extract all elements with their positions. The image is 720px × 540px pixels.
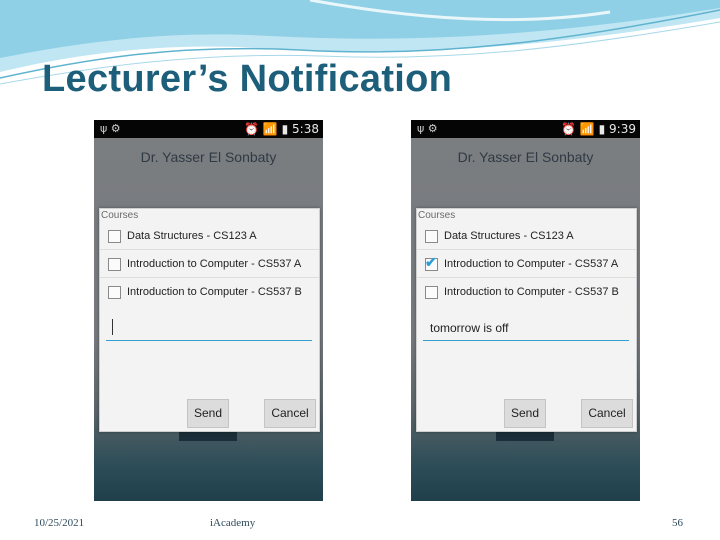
course-label: Data Structures - CS123 A [444, 230, 574, 242]
checkmark-icon: ✔ [425, 254, 437, 270]
course-item[interactable]: Data Structures - CS123 A [417, 223, 636, 250]
status-icons-left: ψ ⚙ [100, 122, 121, 135]
footer-center: iAcademy [210, 517, 256, 529]
course-item[interactable]: Introduction to Computer - CS537 B [417, 279, 636, 305]
status-icons-left: ψ ⚙ [417, 122, 438, 135]
courses-dialog: Courses Data Structures - CS123 A Introd… [99, 208, 320, 432]
send-button[interactable]: Send [504, 399, 546, 428]
dialog-title: Courses [101, 210, 139, 221]
message-value: tomorrow is off [430, 321, 509, 335]
status-icons-right: ⏰ 📶 ▮ 9:39 [561, 122, 636, 136]
course-label: Introduction to Computer - CS537 B [127, 286, 302, 298]
status-time: 9:39 [609, 122, 636, 136]
course-item[interactable]: Introduction to Computer - CS537 A [100, 251, 319, 278]
checkbox[interactable] [108, 286, 121, 299]
footer-page-number: 56 [672, 517, 683, 529]
status-icons-right: ⏰ 📶 ▮ 5:38 [244, 122, 319, 136]
course-label: Introduction to Computer - CS537 A [444, 258, 619, 270]
course-item[interactable]: Data Structures - CS123 A [100, 223, 319, 250]
checkbox-checked[interactable]: ✔ [425, 254, 438, 271]
checkbox[interactable] [108, 230, 121, 243]
message-input[interactable]: tomorrow is off [423, 316, 629, 341]
status-bar: ψ ⚙ ⏰ 📶 ▮ 9:39 [411, 120, 640, 138]
dialog-title: Courses [418, 210, 456, 221]
cancel-button[interactable]: Cancel [264, 399, 316, 428]
checkbox[interactable] [108, 258, 121, 271]
cancel-button[interactable]: Cancel [581, 399, 633, 428]
send-button[interactable]: Send [187, 399, 229, 428]
course-label: Introduction to Computer - CS537 B [444, 286, 619, 298]
app-title: Dr. Yasser El Sonbaty [140, 149, 277, 165]
course-item[interactable]: ✔ Introduction to Computer - CS537 A [417, 251, 636, 278]
message-input[interactable] [106, 316, 312, 341]
courses-dialog: Courses Data Structures - CS123 A ✔ Intr… [416, 208, 637, 432]
course-label: Data Structures - CS123 A [127, 230, 257, 242]
app-title: Dr. Yasser El Sonbaty [457, 149, 594, 165]
phone-screenshot-before: ψ ⚙ ⏰ 📶 ▮ 5:38 Dr. Yasser El Sonbaty Cou… [94, 120, 323, 501]
status-time: 5:38 [292, 122, 319, 136]
course-label: Introduction to Computer - CS537 A [127, 258, 302, 270]
footer-date: 10/25/2021 [34, 517, 85, 529]
checkbox[interactable] [425, 286, 438, 299]
checkbox[interactable] [425, 230, 438, 243]
background-button-shadow [179, 432, 237, 441]
status-bar: ψ ⚙ ⏰ 📶 ▮ 5:38 [94, 120, 323, 138]
background-button-shadow [496, 432, 554, 441]
slide-title: Lecturer’s Notification [42, 58, 453, 100]
phone-screenshot-after: ψ ⚙ ⏰ 📶 ▮ 9:39 Dr. Yasser El Sonbaty Cou… [411, 120, 640, 501]
course-item[interactable]: Introduction to Computer - CS537 B [100, 279, 319, 305]
text-cursor [112, 319, 113, 335]
